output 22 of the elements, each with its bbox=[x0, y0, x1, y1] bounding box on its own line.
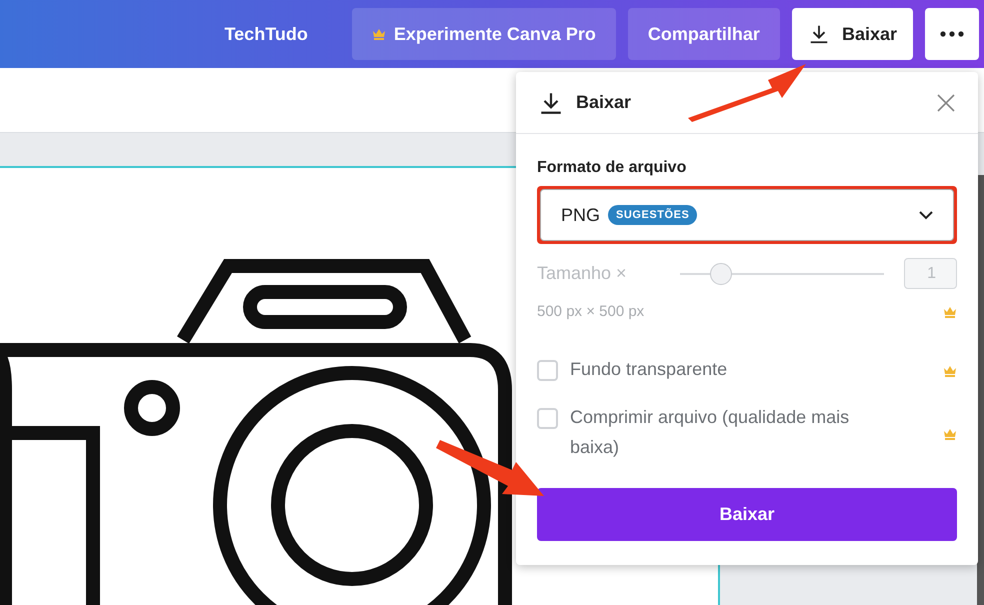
suggestion-tag: SUGESTÕES bbox=[608, 204, 698, 226]
panel-title: Baixar bbox=[576, 91, 632, 114]
format-value: PNG bbox=[561, 204, 600, 226]
crown-icon bbox=[372, 28, 386, 40]
option-label: Comprimir arquivo (qualidade mais baixa) bbox=[570, 406, 850, 459]
download-submit-button[interactable]: Baixar bbox=[537, 488, 957, 540]
format-select[interactable]: PNG SUGESTÕES bbox=[540, 189, 954, 241]
more-icon bbox=[940, 31, 964, 37]
dimensions-text: 500 px × 500 px bbox=[537, 302, 646, 322]
more-button[interactable] bbox=[925, 8, 979, 60]
format-label: Formato de arquivo bbox=[537, 158, 688, 178]
chevron-down-icon bbox=[919, 210, 933, 220]
share-button[interactable]: Compartilhar bbox=[628, 8, 780, 60]
option-label: Fundo transparente bbox=[570, 358, 728, 381]
brand-name: TechTudo bbox=[224, 22, 308, 46]
checkbox[interactable] bbox=[537, 360, 558, 380]
download-button[interactable]: Baixar bbox=[792, 8, 913, 60]
crown-icon bbox=[943, 306, 957, 318]
size-label: Tamanho × bbox=[537, 262, 628, 285]
try-pro-button[interactable]: Experimente Canva Pro bbox=[352, 8, 616, 60]
checkbox[interactable] bbox=[537, 408, 558, 428]
close-icon[interactable] bbox=[936, 92, 956, 112]
